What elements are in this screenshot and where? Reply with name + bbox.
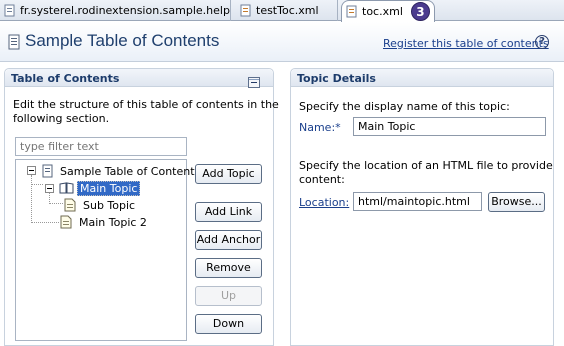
xml-file-icon [346, 5, 357, 18]
help-icon[interactable]: ? [535, 35, 549, 49]
toc-description-line1: Edit the structure of this table of cont… [13, 98, 279, 111]
filter-input[interactable] [15, 137, 187, 156]
page-icon [60, 215, 72, 229]
toc-document-icon [42, 164, 53, 178]
tab-help-plugin[interactable]: fr.systerel.rodinextension.sample.help [0, 0, 231, 21]
tree-node-root[interactable]: Sample Table of Contents [42, 163, 202, 179]
toc-section-title: Table of Contents [5, 69, 273, 87]
tree-node-label: Sample Table of Contents [60, 164, 201, 178]
tree-node-main-topic-2[interactable]: Main Topic 2 [60, 214, 149, 230]
name-prompt: Specify the display name of this topic: [299, 100, 510, 113]
tree-connector [31, 175, 32, 223]
add-topic-button[interactable]: Add Topic [195, 164, 262, 184]
collapse-all-icon[interactable] [248, 77, 260, 88]
tab-testtoc[interactable]: testToc.xml [236, 0, 338, 21]
tree-node-label: Main Topic [77, 180, 141, 196]
tab-toc[interactable]: toc.xml 3 [341, 0, 435, 22]
remove-button[interactable]: Remove [195, 258, 262, 278]
tab-label: fr.systerel.rodinextension.sample.help [20, 4, 230, 17]
tab-label: toc.xml [362, 5, 403, 18]
tree-node-label: Sub Topic [83, 198, 136, 212]
add-link-button[interactable]: Add Link [195, 202, 262, 222]
add-anchor-button[interactable]: Add Anchor [195, 230, 262, 250]
tree-connector [49, 203, 63, 204]
tree-expander[interactable] [45, 184, 54, 193]
tree-node-sub-topic[interactable]: Sub Topic [64, 197, 137, 213]
plugin-file-icon [4, 4, 15, 17]
xml-file-icon [240, 4, 251, 17]
page-title: Sample Table of Contents [25, 31, 220, 50]
up-button[interactable]: Up [195, 286, 262, 306]
topic-details-title: Topic Details [291, 69, 553, 87]
tab-label: testToc.xml [256, 4, 319, 17]
location-link[interactable]: Location: [299, 196, 349, 209]
name-label: Name:* [299, 121, 341, 134]
tree-connector [31, 184, 43, 185]
tree-node-main-topic[interactable]: Main Topic [59, 180, 141, 196]
register-toc-link[interactable]: Register this table of contents [383, 37, 549, 50]
browse-button[interactable]: Browse... [488, 192, 545, 212]
page-icon [64, 198, 76, 212]
form-header: Sample Table of Contents Register this t… [0, 22, 564, 62]
location-prompt-line2: content: [299, 173, 345, 186]
toc-description-line2: following section. [13, 112, 110, 125]
tree-expander[interactable] [27, 166, 36, 175]
location-prompt-line1: Specify the location of an HTML file to … [299, 159, 553, 172]
tree-node-label: Main Topic 2 [79, 215, 147, 229]
toc-tree[interactable]: Sample Table of Contents Main Topic Sub … [15, 159, 200, 341]
location-field[interactable] [353, 192, 482, 211]
name-field[interactable] [353, 117, 546, 136]
step-badge: 3 [410, 2, 430, 21]
book-icon [59, 182, 74, 194]
down-button[interactable]: Down [195, 314, 262, 334]
toc-document-icon [8, 34, 20, 50]
editor-tab-bar: fr.systerel.rodinextension.sample.help t… [0, 0, 564, 22]
tree-connector [31, 222, 59, 223]
